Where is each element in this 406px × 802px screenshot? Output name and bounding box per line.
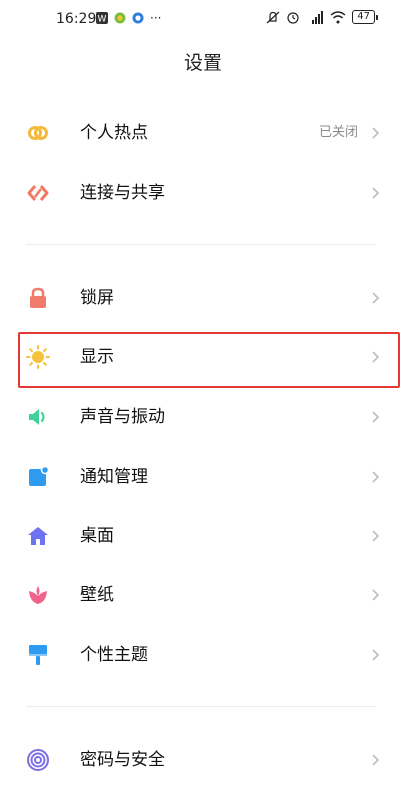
settings-item-connection-sharing[interactable]: 连接与共享 <box>0 164 406 222</box>
hotspot-icon <box>26 121 50 145</box>
chevron-right-icon <box>372 530 380 542</box>
status-right-icons: 47 <box>266 10 378 24</box>
settings-item-themes[interactable]: 个性主题 <box>0 626 406 684</box>
settings-item-label: 通知管理 <box>80 467 148 487</box>
chevron-right-icon <box>372 292 380 304</box>
settings-item-sound-vibration[interactable]: 声音与振动 <box>0 388 406 446</box>
speaker-icon <box>26 405 50 429</box>
settings-item-label: 个人热点 <box>80 123 148 143</box>
settings-item-hotspot[interactable]: 个人热点 已关闭 <box>0 104 406 162</box>
chevron-right-icon <box>372 754 380 766</box>
settings-item-lock-screen[interactable]: 锁屏 <box>0 269 406 327</box>
wifi-icon <box>330 10 346 23</box>
settings-item-label: 壁纸 <box>80 585 114 605</box>
notification-icon <box>26 465 50 489</box>
status-bar: 16:29 W ··· 47 <box>0 0 406 40</box>
signal-icon <box>312 10 324 24</box>
settings-item-wallpaper[interactable]: 壁纸 <box>0 566 406 624</box>
settings-item-notifications[interactable]: 通知管理 <box>0 448 406 506</box>
settings-item-label: 个性主题 <box>80 645 148 665</box>
status-more-icon: ··· <box>150 11 162 25</box>
hotspot-status: 已关闭 <box>318 125 358 140</box>
chevron-right-icon <box>372 187 380 199</box>
chevron-right-icon <box>372 411 380 423</box>
battery-icon: 47 <box>352 10 378 24</box>
fingerprint-icon <box>26 748 50 772</box>
settings-item-home-screen[interactable]: 桌面 <box>0 507 406 565</box>
app-w-icon: W <box>96 12 108 24</box>
settings-item-label: 密码与安全 <box>80 750 165 770</box>
brush-icon <box>26 643 50 667</box>
settings-item-label: 声音与振动 <box>80 407 165 427</box>
battery-level: 47 <box>352 10 375 24</box>
page-title: 设置 <box>183 52 222 74</box>
status-time: 16:29 <box>56 11 97 27</box>
section-divider <box>26 706 376 707</box>
app-c-icon <box>132 12 144 24</box>
chevron-right-icon <box>372 589 380 601</box>
mute-icon <box>266 11 280 23</box>
chevron-right-icon <box>372 471 380 483</box>
settings-item-label: 连接与共享 <box>80 183 165 203</box>
chevron-right-icon <box>372 127 380 139</box>
alarm-icon <box>287 11 299 24</box>
settings-item-password-security[interactable]: 密码与安全 <box>0 731 406 789</box>
status-notification-icons: W ··· <box>96 11 161 25</box>
chevron-right-icon <box>372 649 380 661</box>
settings-item-label: 锁屏 <box>80 288 114 308</box>
home-icon <box>26 524 50 548</box>
flower-icon <box>26 583 50 607</box>
app-globe-icon <box>114 12 126 24</box>
highlight-box <box>18 332 400 388</box>
section-divider <box>26 244 376 245</box>
share-icon <box>26 181 50 205</box>
svg-text:W: W <box>98 15 107 25</box>
lock-icon <box>26 286 50 310</box>
settings-item-label: 桌面 <box>80 526 114 546</box>
